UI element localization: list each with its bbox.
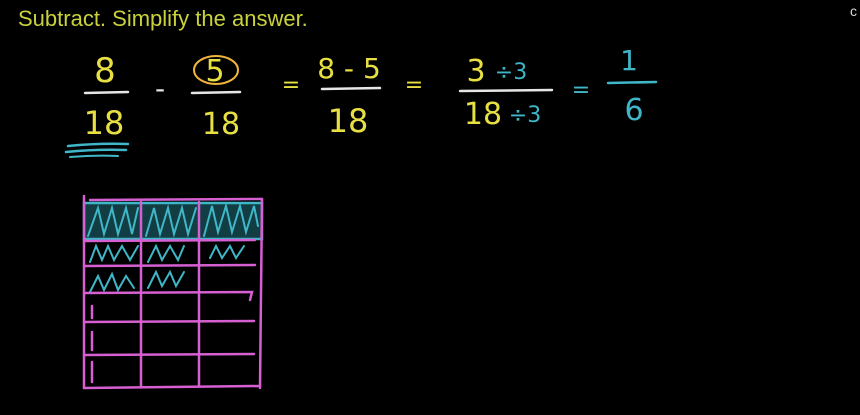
frac3-bar xyxy=(320,86,382,91)
frac2-numerator: 5 xyxy=(205,54,224,89)
frac1-underline-2 xyxy=(64,148,128,154)
frac1-denominator: 18 xyxy=(84,104,125,142)
frac4-numerator-divisor: ÷3 xyxy=(495,60,527,85)
frac2-bar xyxy=(190,90,242,95)
fraction-8-minus-5-over-18: 8 - 5 18 xyxy=(317,52,382,140)
frac5-denominator: 6 xyxy=(624,93,643,128)
equals-sign-1: = xyxy=(282,73,300,98)
frac5-bar xyxy=(606,80,658,85)
frac3-denominator: 18 xyxy=(328,102,369,140)
frac1-underline-3 xyxy=(69,154,119,158)
equals-sign-2: = xyxy=(405,73,423,98)
fraction-8-18: 8 18 xyxy=(64,51,130,158)
frac1-underline-1 xyxy=(66,142,130,148)
grid-rows-2-3-scribble xyxy=(89,243,245,293)
minus-sign: - xyxy=(155,72,165,105)
frac4-denominator-divisor: ÷3 xyxy=(509,103,541,128)
whiteboard-canvas: Subtract. Simplify the answer. c 8 18 - … xyxy=(0,0,860,415)
frac1-numerator: 8 xyxy=(94,51,116,91)
fraction-grid-model xyxy=(82,194,264,390)
fraction-1-6: 1 6 xyxy=(606,44,658,128)
frac3-numerator: 8 - 5 xyxy=(317,52,381,85)
frac4-denominator: 18 xyxy=(464,97,502,132)
frac1-bar xyxy=(83,90,130,95)
equals-sign-3: = xyxy=(572,78,590,103)
frac5-numerator: 1 xyxy=(620,44,638,77)
handwriting-layer: 8 18 - 5 18 = 8 - 5 18 = 3 ÷3 18 ÷3 = 1 … xyxy=(64,44,658,390)
fraction-5-18: 5 18 xyxy=(190,54,242,142)
frac4-bar xyxy=(458,88,554,93)
frac4-numerator: 3 xyxy=(466,54,485,89)
frac2-denominator: 18 xyxy=(202,107,240,142)
fraction-simplify-step: 3 ÷3 18 ÷3 xyxy=(458,54,554,132)
